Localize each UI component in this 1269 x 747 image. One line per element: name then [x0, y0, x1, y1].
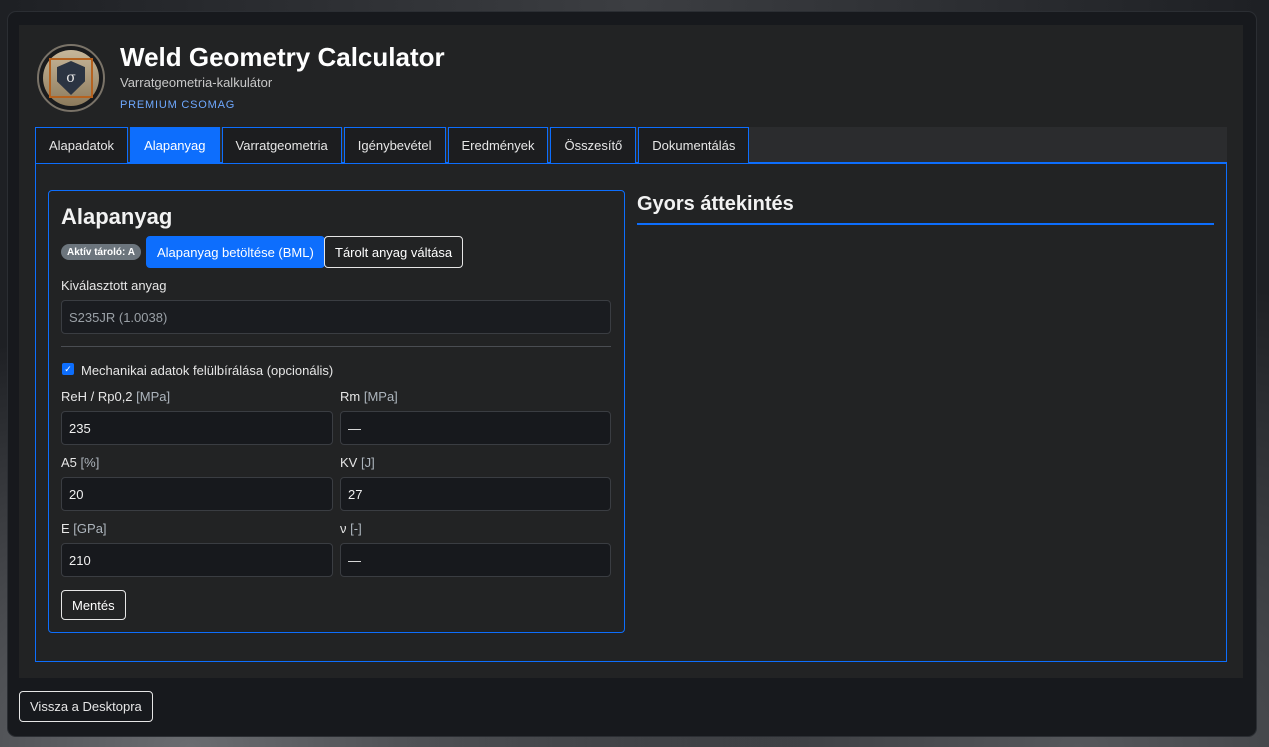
tab-dokumentalas[interactable]: Dokumentálás [638, 127, 750, 163]
tab-osszesito[interactable]: Összesítő [550, 127, 637, 163]
tab-alapanyag[interactable]: Alapanyag [130, 127, 220, 163]
rm-label-text: Rm [340, 389, 361, 404]
app-title: Weld Geometry Calculator [120, 42, 445, 72]
tab-bar: Alapadatok Alapanyag Varratgeometria Igé… [35, 127, 1227, 164]
selected-material-field[interactable]: S235JR (1.0038) [61, 300, 611, 334]
overview-title: Gyors áttekintés [637, 193, 794, 215]
overview-divider [637, 223, 1214, 225]
material-card-title: Alapanyag [61, 204, 173, 229]
nu-input[interactable]: — [340, 543, 611, 577]
app-subtitle: Varratgeometria-kalkulátor [120, 75, 273, 90]
tab-alapadatok[interactable]: Alapadatok [35, 127, 129, 163]
a5-input[interactable]: 20 [61, 477, 333, 511]
override-checkbox[interactable]: ✓ [62, 363, 74, 375]
a5-unit: [%] [80, 455, 100, 470]
e-label-text: E [61, 521, 70, 536]
override-checkbox-label: Mechanikai adatok felülbírálása (opcioná… [81, 363, 334, 378]
load-material-button[interactable]: Alapanyag betöltése (BML) [146, 236, 325, 268]
app-logo: σ [37, 44, 105, 112]
plan-badge: PREMIUM CSOMAG [120, 99, 236, 111]
tab-igenybevetel[interactable]: Igénybevétel [343, 127, 446, 163]
sigma-symbol: σ [66, 70, 76, 86]
nu-label-text: ν [340, 521, 347, 536]
a5-label: A5 [%] [61, 455, 99, 470]
rm-unit: [MPa] [363, 389, 398, 404]
rm-label: Rm [MPa] [340, 389, 398, 404]
reh-unit: [MPa] [136, 389, 171, 404]
switch-material-button[interactable]: Tárolt anyag váltása [324, 236, 464, 268]
reh-label: ReH / Rp0,2 [MPa] [61, 389, 170, 404]
kv-input[interactable]: 27 [340, 477, 611, 511]
e-input[interactable]: 210 [61, 543, 333, 577]
save-button[interactable]: Mentés [61, 590, 126, 620]
shield-icon: σ [57, 61, 85, 95]
back-to-desktop-button[interactable]: Vissza a Desktopra [19, 691, 153, 722]
active-store-badge: Aktív tároló: A [61, 244, 141, 260]
e-label: E [GPa] [61, 521, 107, 536]
reh-input[interactable]: 235 [61, 411, 333, 445]
e-unit: [GPa] [73, 521, 107, 536]
reh-label-text: ReH / Rp0,2 [61, 389, 133, 404]
a5-label-text: A5 [61, 455, 77, 470]
tab-varratgeometria[interactable]: Varratgeometria [221, 127, 342, 163]
nu-unit: [-] [350, 521, 362, 536]
rm-input[interactable]: — [340, 411, 611, 445]
selected-material-label: Kiválasztott anyag [61, 278, 167, 293]
kv-label-text: KV [340, 455, 358, 470]
kv-unit: [J] [360, 455, 375, 470]
divider [61, 346, 611, 347]
kv-label: KV [J] [340, 455, 375, 470]
nu-label: ν [-] [340, 521, 362, 536]
logo-emblem: σ [43, 50, 99, 106]
tab-eredmenyek[interactable]: Eredmények [447, 127, 549, 163]
